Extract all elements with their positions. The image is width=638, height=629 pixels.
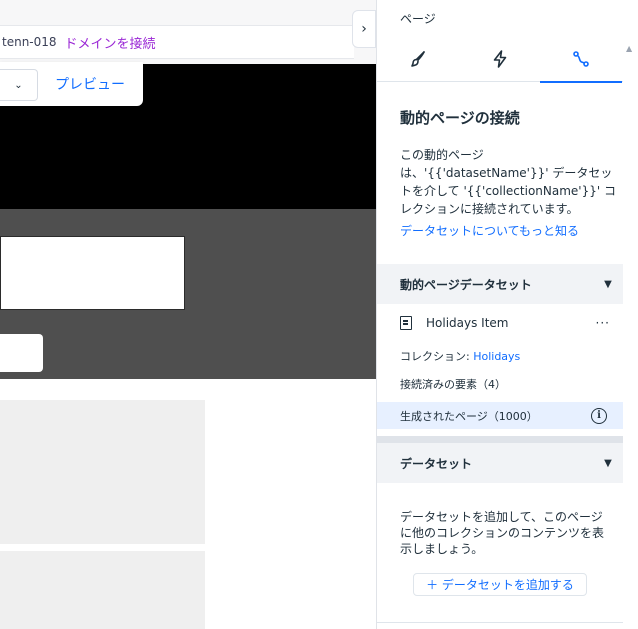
mode-dropdown[interactable]: ⌄ — [0, 69, 38, 101]
generated-pages-label: 生成されたページ（1000） — [400, 409, 538, 423]
info-icon[interactable]: i — [591, 407, 607, 424]
dataset-icon — [400, 316, 412, 330]
dataset-name: Holidays Item — [426, 316, 509, 330]
site-name: tenn-018 — [2, 35, 57, 49]
collapse-arrow-icon: ▼ — [604, 457, 612, 469]
collapse-panel-button[interactable]: › — [352, 10, 376, 48]
preview-toolbar: ⌄ プレビュー — [0, 62, 143, 106]
chevron-down-icon: ⌄ — [14, 79, 23, 91]
bottom-divider — [377, 622, 623, 623]
connect-domain-link[interactable]: ドメインを接続 — [65, 33, 156, 52]
connection-description: この動的ページは、'{{'datasetName'}}' データセットを介して … — [400, 148, 616, 216]
lightning-icon — [493, 50, 507, 68]
collection-row: コレクション: Holidays — [400, 348, 520, 364]
learn-more-link[interactable]: データセットについてもっと知る — [400, 222, 579, 239]
preview-button[interactable]: プレビュー — [55, 74, 125, 94]
collection-label: コレクション: — [400, 350, 474, 363]
section-title: 動的ページデータセット — [400, 277, 532, 292]
image-placeholder-2[interactable] — [0, 551, 205, 629]
generated-pages-item[interactable]: 生成されたページ（1000） i — [377, 402, 623, 429]
add-dataset-button[interactable]: ＋ データセットを追加する — [413, 573, 587, 596]
tab-connect[interactable] — [540, 36, 622, 83]
page-settings-panel: ページ ▲ 動的ページの接続 この動的ページは、'{{'datasetName'… — [376, 0, 638, 629]
scroll-up-icon[interactable]: ▲ — [626, 44, 632, 53]
connected-elements-item[interactable]: 接続済みの要素（4） — [400, 376, 506, 392]
collapse-arrow-icon: ▼ — [604, 278, 612, 290]
button-element[interactable] — [0, 334, 43, 372]
tab-design[interactable] — [377, 36, 459, 82]
datasets-description: データセットを追加して、このページに他のコレクションのコンテンツを表示しましょう… — [400, 510, 605, 556]
section-divider — [377, 436, 623, 443]
chevron-right-icon: › — [361, 21, 367, 37]
collection-link[interactable]: Holidays — [473, 350, 520, 363]
dynamic-dataset-section-header[interactable]: 動的ページデータセット ▼ — [377, 264, 623, 304]
connect-icon — [573, 51, 589, 67]
image-placeholder[interactable] — [0, 400, 205, 544]
section-title: データセット — [400, 456, 473, 471]
brush-icon — [411, 51, 425, 67]
more-actions-icon[interactable]: ··· — [596, 316, 610, 330]
panel-scrollbar[interactable] — [623, 36, 638, 629]
tab-interactions[interactable] — [459, 36, 541, 82]
panel-heading: 動的ページの接続 — [400, 109, 520, 127]
site-url-bar: tenn-018 ドメインを接続 — [0, 25, 354, 59]
panel-tabs — [377, 36, 623, 83]
dataset-item[interactable]: Holidays Item ··· — [400, 313, 610, 333]
text-element[interactable] — [0, 236, 185, 310]
datasets-section-header[interactable]: データセット ▼ — [377, 443, 623, 483]
editor-canvas: tenn-018 ドメインを接続 › ⌄ プレビュー — [0, 0, 376, 629]
panel-label: ページ — [400, 12, 436, 26]
